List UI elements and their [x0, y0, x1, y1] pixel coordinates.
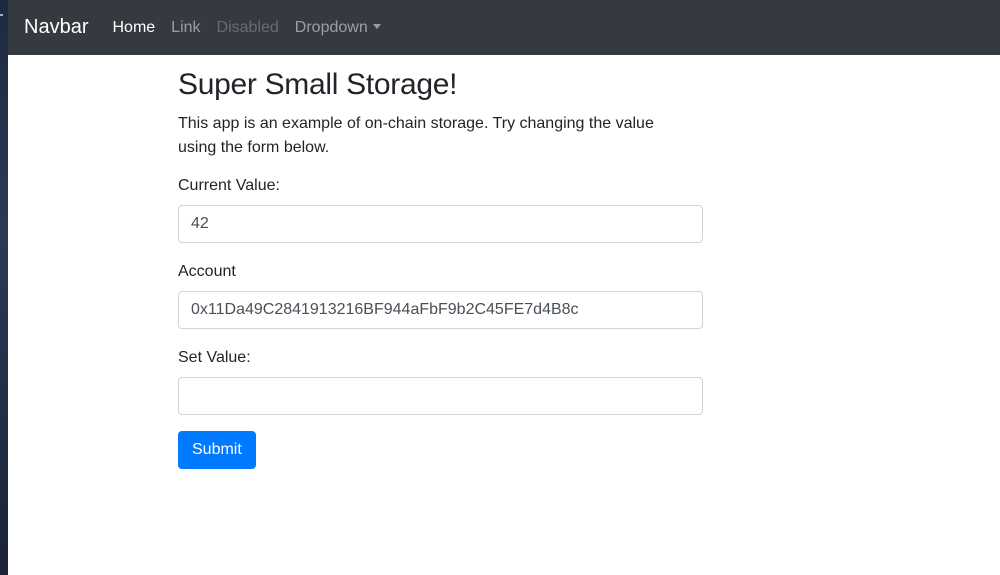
desktop-edge-mark	[0, 14, 3, 16]
set-value-input[interactable]	[178, 377, 703, 415]
navbar: Navbar Home Link Disabled Dropdown	[8, 0, 1000, 55]
intro-text: This app is an example of on-chain stora…	[178, 115, 654, 156]
account-field[interactable]	[178, 291, 703, 329]
nav-link-home[interactable]: Home	[112, 19, 155, 37]
nav-link-disabled: Disabled	[216, 18, 279, 36]
caret-down-icon	[372, 23, 381, 29]
navbar-brand[interactable]: Navbar	[24, 16, 88, 39]
nav-link-link[interactable]: Link	[171, 19, 200, 37]
desktop-background-edge	[0, 0, 8, 575]
submit-button[interactable]: Submit	[178, 431, 256, 469]
current-value-label: Current Value:	[178, 177, 280, 194]
main-content: Super Small Storage! This app is an exam…	[178, 62, 703, 469]
current-value-field[interactable]	[178, 205, 703, 243]
set-value-label: Set Value:	[178, 349, 251, 366]
account-label: Account	[178, 263, 236, 280]
dropdown-label: Dropdown	[294, 18, 368, 36]
page-title: Super Small Storage!	[178, 68, 458, 101]
nav-link-dropdown[interactable]: Dropdown	[295, 19, 381, 37]
